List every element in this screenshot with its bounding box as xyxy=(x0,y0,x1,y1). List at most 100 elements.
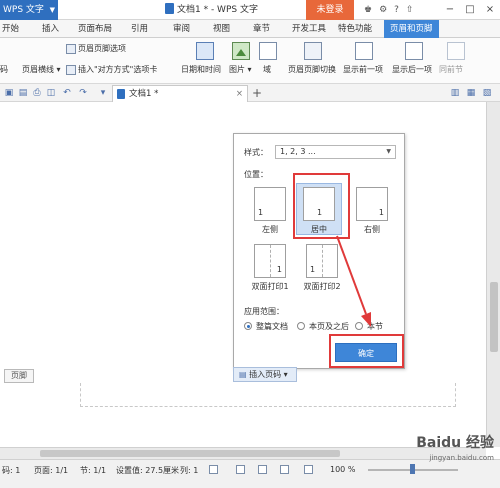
view-mode-icon[interactable] xyxy=(304,465,313,474)
quick-access-toolbar: ▣ ▤ ⎙ ◫ ↶ ↷ ▾ 文档1 * × + ▥ ▦ ▧ xyxy=(0,84,500,102)
options-icon xyxy=(66,43,76,54)
tab-view[interactable]: 视图 xyxy=(213,20,230,38)
window-title: 文档1 * - WPS 文字 xyxy=(165,0,258,20)
highlight-ok-button xyxy=(329,334,404,368)
header-line-button[interactable]: 页眉横线 ▾ xyxy=(22,64,61,75)
maximize-button[interactable]: □ xyxy=(460,0,480,20)
insert-page-number-button[interactable]: ▤ 插入页码 ▾ xyxy=(233,367,297,382)
tab-header-footer[interactable]: 页眉和页脚 xyxy=(384,20,439,38)
app-menu-button[interactable]: WPS 文字 ▼ xyxy=(0,0,58,20)
header-footer-options-button[interactable]: 页眉页脚选项 xyxy=(66,43,126,54)
show-next-button[interactable]: 显示后一项 xyxy=(392,64,432,75)
watermark-url: jingyan.baidu.com xyxy=(429,454,494,462)
tab-features[interactable]: 特色功能 xyxy=(338,20,372,38)
page-number-button[interactable]: 码 xyxy=(0,64,8,75)
chevron-down-icon: ▼ xyxy=(49,6,55,14)
previous-icon xyxy=(355,42,373,60)
layout-icon[interactable]: ▧ xyxy=(482,88,492,98)
document-icon xyxy=(165,3,174,14)
tab-sections[interactable]: 章节 xyxy=(253,20,270,38)
view-mode-icon[interactable] xyxy=(258,465,267,474)
tab-stop-icon xyxy=(66,64,76,75)
undo-icon[interactable]: ↶ xyxy=(62,88,72,98)
share-icon[interactable]: ⇧ xyxy=(406,5,414,15)
position-left-option[interactable]: 1 xyxy=(254,187,286,221)
export-pdf-icon[interactable]: ▤ xyxy=(18,88,28,98)
position-right-option[interactable]: 1 xyxy=(356,187,388,221)
horizontal-scrollbar[interactable] xyxy=(0,447,486,459)
sidebar-icon[interactable]: ▦ xyxy=(466,88,476,98)
position-left-number: 1 xyxy=(258,208,264,217)
scroll-thumb[interactable] xyxy=(490,282,498,352)
zoom-slider-handle[interactable] xyxy=(410,464,415,474)
scope-this-section-radio[interactable] xyxy=(355,322,363,330)
picture-icon xyxy=(232,42,250,60)
show-previous-button[interactable]: 显示前一项 xyxy=(343,64,383,75)
zoom-level: 100 % xyxy=(330,465,356,474)
tab-review[interactable]: 审阅 xyxy=(173,20,190,38)
switch-icon xyxy=(304,42,322,60)
view-mode-icon[interactable] xyxy=(236,465,245,474)
page-number-icon: ▤ xyxy=(239,370,247,379)
duplex-divider xyxy=(270,245,271,277)
view-mode-icon[interactable] xyxy=(280,465,289,474)
position-duplex1-number: 1 xyxy=(276,265,282,274)
document-tab-title: 文档1 * xyxy=(129,89,159,99)
app-name: WPS 文字 xyxy=(3,5,44,15)
tab-page-layout[interactable]: 页面布局 xyxy=(78,20,112,38)
same-as-previous-icon xyxy=(447,42,465,60)
picture-label: 图片 xyxy=(229,65,245,74)
print-icon[interactable]: ⎙ xyxy=(32,88,42,98)
document-icon xyxy=(117,89,125,99)
footer-area[interactable] xyxy=(80,383,456,407)
tab-developer[interactable]: 开发工具 xyxy=(292,20,326,38)
status-setting: 设置值: 27.5厘米 xyxy=(116,466,180,475)
field-button[interactable]: 域 xyxy=(263,64,271,75)
panel-icon[interactable]: ▥ xyxy=(450,88,460,98)
scope-this-page-after-radio[interactable] xyxy=(297,322,305,330)
header-footer-options-label: 页眉页脚选项 xyxy=(78,44,126,53)
title-bar: WPS 文字 ▼ 文档1 * - WPS 文字 未登录 ♚ ⚙ ? ⇧ − □ … xyxy=(0,0,500,20)
vertical-scrollbar[interactable] xyxy=(486,102,500,447)
position-duplex1-option[interactable]: 1 xyxy=(254,244,286,278)
tab-references[interactable]: 引用 xyxy=(131,20,148,38)
same-as-previous-button[interactable]: 同前节 xyxy=(439,64,463,75)
menu-bar: 开始 插入 页面布局 引用 审阅 视图 章节 开发工具 特色功能 页眉和页脚 xyxy=(0,20,500,38)
save-icon[interactable]: ▣ xyxy=(4,88,14,98)
insert-align-tab-button[interactable]: 插入"对方方式"选项卡 xyxy=(66,64,157,75)
calendar-icon xyxy=(196,42,214,60)
picture-button[interactable]: 图片 ▾ xyxy=(229,64,252,75)
gear-icon[interactable]: ⚙ xyxy=(379,5,387,15)
position-duplex2-option[interactable]: 1 xyxy=(306,244,338,278)
login-button[interactable]: 未登录 xyxy=(306,0,354,20)
print-preview-icon[interactable]: ◫ xyxy=(46,88,56,98)
chevron-down-icon[interactable]: ▾ xyxy=(98,88,108,98)
position-duplex1-label: 双面打印1 xyxy=(251,282,289,291)
tab-insert[interactable]: 插入 xyxy=(42,20,59,38)
close-tab-icon[interactable]: × xyxy=(236,86,243,102)
chevron-down-icon: ▼ xyxy=(386,148,391,155)
status-page: 页面: 1/1 xyxy=(34,466,69,475)
style-select[interactable]: 1, 2, 3 ... ▼ xyxy=(275,145,396,159)
style-label: 样式： xyxy=(244,148,268,157)
position-duplex2-number: 1 xyxy=(310,265,316,274)
add-tab-button[interactable]: + xyxy=(252,84,262,102)
shirt-icon[interactable]: ♚ xyxy=(364,5,372,15)
minimize-button[interactable]: − xyxy=(440,0,460,20)
watermark: Baidu 经验 jingyan.baidu.com xyxy=(416,436,494,466)
tab-start[interactable]: 开始 xyxy=(2,20,19,38)
redo-icon[interactable]: ↷ xyxy=(78,88,88,98)
help-icon[interactable]: ? xyxy=(394,5,399,15)
switch-header-footer-button[interactable]: 页眉页脚切换 xyxy=(288,64,336,75)
field-icon xyxy=(259,42,277,60)
watermark-brand: Baidu 经验 xyxy=(416,435,494,451)
document-tab[interactable]: 文档1 * × xyxy=(112,85,248,102)
window-title-text: 文档1 * - WPS 文字 xyxy=(177,5,258,15)
scroll-thumb[interactable] xyxy=(40,450,340,457)
scope-whole-document-radio[interactable] xyxy=(244,322,252,330)
date-time-button[interactable]: 日期和时间 xyxy=(181,64,221,75)
view-mode-icon[interactable] xyxy=(209,465,218,474)
header-line-label: 页眉横线 xyxy=(22,65,54,74)
position-right-label: 右侧 xyxy=(364,225,380,234)
close-button[interactable]: × xyxy=(480,0,500,20)
